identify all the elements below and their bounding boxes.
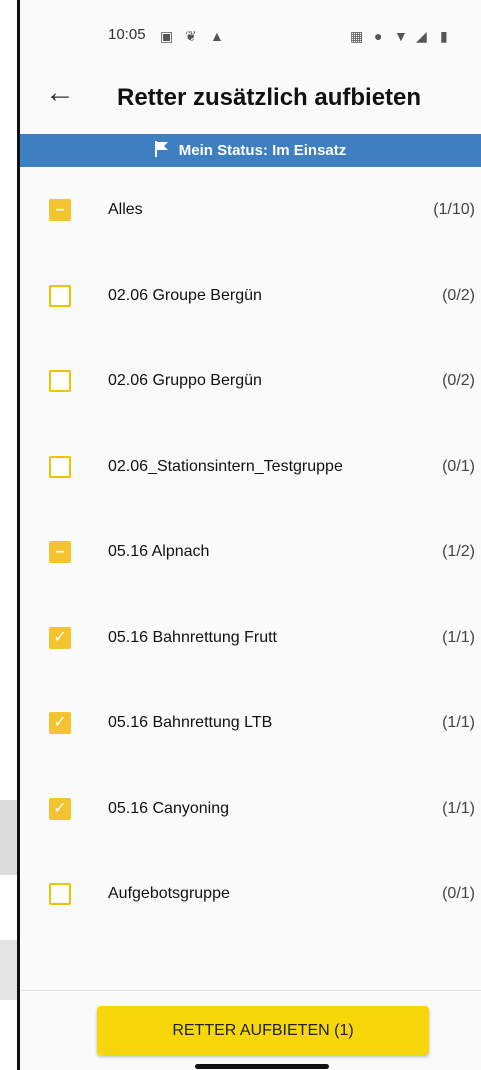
- group-label: Aufgebotsgruppe: [108, 885, 230, 902]
- group-count: (1/1): [442, 799, 475, 817]
- checkbox[interactable]: ✓: [49, 712, 71, 734]
- app-bar: ← Retter zusätzlich aufbieten: [20, 62, 481, 134]
- list-item[interactable]: ✓ 05.16 Canyoning (1/1): [20, 767, 481, 853]
- group-label: 02.06 Groupe Bergün: [108, 286, 262, 304]
- group-count: (0/2): [442, 286, 475, 304]
- nfc-icon: ▦: [350, 28, 364, 44]
- group-count: (1/10): [433, 201, 475, 218]
- list-item[interactable]: – 05.16 Alpnach (1/2): [20, 510, 481, 596]
- list-item[interactable]: ✓ 05.16 Bahnrettung LTB (1/1): [20, 681, 481, 767]
- group-count: (1/1): [442, 628, 475, 646]
- list-item[interactable]: 02.06 Gruppo Bergün (0/2): [20, 339, 481, 425]
- checkbox[interactable]: [49, 370, 71, 392]
- checkbox[interactable]: –: [49, 199, 71, 221]
- group-count: (0/1): [442, 457, 475, 475]
- group-label: 05.16 Bahnrettung Frutt: [108, 628, 277, 646]
- list-item[interactable]: Aufgebotsgruppe (0/1): [20, 852, 481, 938]
- checkbox[interactable]: [49, 883, 71, 905]
- group-label: 05.16 Canyoning: [108, 799, 229, 817]
- group-count: (0/1): [442, 885, 475, 902]
- checkbox-glyph-icon: [51, 372, 69, 390]
- list-item[interactable]: – Alles (1/10): [20, 168, 481, 254]
- checkbox[interactable]: [49, 284, 71, 307]
- status-banner: Mein Status: Im Einsatz: [20, 134, 481, 167]
- checkbox[interactable]: [49, 455, 71, 478]
- list-item[interactable]: 02.06 Groupe Bergün (0/2): [20, 254, 481, 340]
- group-count: (1/2): [442, 543, 475, 560]
- battery-icon: ▮: [440, 28, 448, 44]
- location-icon: ●: [374, 28, 383, 44]
- group-count: (1/1): [442, 714, 475, 731]
- group-label: 05.16 Bahnrettung LTB: [108, 714, 273, 731]
- checkbox-glyph-icon: [51, 885, 69, 903]
- arrow-left-icon[interactable]: ←: [45, 78, 75, 108]
- retter-aufbieten-button[interactable]: RETTER AUFBIETEN (1): [97, 1006, 429, 1055]
- car-icon: ▲: [210, 28, 224, 44]
- group-label: Alles: [108, 201, 143, 218]
- checkbox-glyph-icon: ✓: [53, 628, 67, 646]
- wifi-icon: ▼: [394, 28, 408, 44]
- group-label: 05.16 Alpnach: [108, 543, 210, 560]
- checkbox-glyph-icon: –: [55, 543, 65, 560]
- checkbox-glyph-icon: [51, 287, 69, 305]
- list-item[interactable]: ✓ 05.16 Bahnrettung Frutt (1/1): [20, 596, 481, 682]
- status-time: 10:05: [108, 26, 146, 43]
- list-item[interactable]: 02.06_Stationsintern_Testgruppe (0/1): [20, 425, 481, 511]
- group-list: – Alles (1/10) 02.06 Groupe Bergün (0/2)…: [20, 168, 481, 938]
- group-label: 02.06_Stationsintern_Testgruppe: [108, 457, 343, 475]
- checkbox[interactable]: ✓: [49, 626, 71, 649]
- status-banner-text: Mein Status: Im Einsatz: [178, 142, 347, 159]
- page-title: Retter zusätzlich aufbieten: [117, 84, 422, 111]
- signal-icon: ◢: [416, 28, 427, 44]
- checkbox-glyph-icon: ✓: [53, 714, 67, 731]
- divider: [20, 990, 481, 991]
- checkbox-glyph-icon: –: [55, 201, 65, 218]
- status-bar: 10:05 ▣ ❦ ▲ ▦ ● ▼ ◢ ▮: [20, 22, 481, 58]
- message-icon: ▣: [160, 28, 174, 44]
- checkbox-glyph-icon: ✓: [53, 799, 67, 817]
- checkbox[interactable]: –: [49, 541, 71, 563]
- group-label: 02.06 Gruppo Bergün: [108, 372, 262, 389]
- checkbox-glyph-icon: [51, 458, 69, 476]
- flag-icon: [154, 140, 169, 161]
- phone-screen: 10:05 ▣ ❦ ▲ ▦ ● ▼ ◢ ▮ ← Retter zusätzlic…: [17, 0, 481, 1070]
- checkbox[interactable]: ✓: [49, 797, 71, 820]
- leaf-icon: ❦: [185, 28, 197, 44]
- group-count: (0/2): [442, 372, 475, 389]
- home-indicator: [195, 1064, 329, 1069]
